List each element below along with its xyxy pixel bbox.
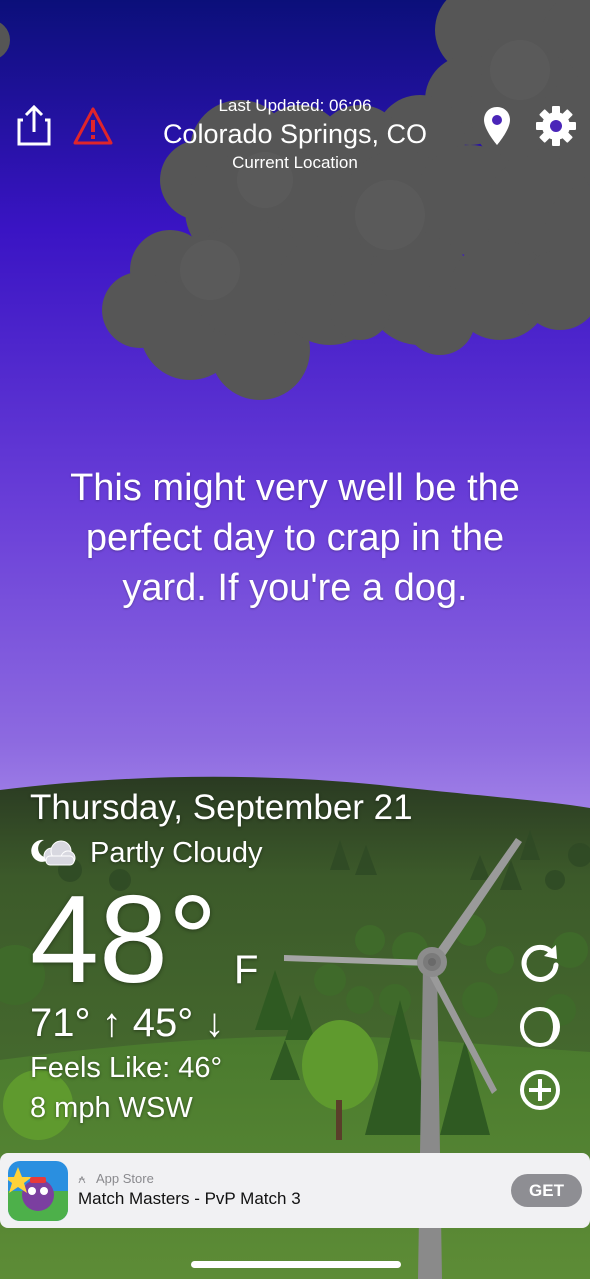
city-name[interactable]: Colorado Springs, CO xyxy=(140,119,450,150)
feels-like: Feels Like: 46° xyxy=(30,1052,223,1084)
moon-phase-button[interactable] xyxy=(518,1005,562,1049)
weather-quote: This might very well be the perfect day … xyxy=(70,467,520,609)
get-button[interactable]: GET xyxy=(511,1174,582,1207)
storm-cloud xyxy=(0,22,10,58)
partly-cloudy-night-icon xyxy=(31,839,76,866)
gear-icon xyxy=(536,106,576,146)
last-updated: Last Updated: 06:06 xyxy=(218,96,372,115)
app-store-icon: ⍲ xyxy=(78,1171,86,1186)
share-icon xyxy=(17,104,51,146)
match-masters-icon xyxy=(8,1161,68,1221)
add-location-button[interactable] xyxy=(518,1068,562,1112)
wind-speed: 8 mph WSW xyxy=(30,1092,193,1124)
location-pin-icon xyxy=(484,107,510,145)
temperature-unit[interactable]: F xyxy=(234,948,258,993)
warning-icon xyxy=(73,107,113,145)
location-button[interactable] xyxy=(482,106,512,146)
ad-store-label: App Store xyxy=(96,1171,154,1186)
weather-alert-button[interactable] xyxy=(72,106,114,146)
share-button[interactable] xyxy=(16,104,52,148)
high-low-temperature: 71° ↑ 45° ↓ xyxy=(30,1001,225,1045)
location-label: Current Location xyxy=(232,153,358,172)
refresh-icon xyxy=(521,944,559,982)
forecast-date: Thursday, September 21 xyxy=(30,788,413,827)
current-temperature: 48° xyxy=(30,871,218,1009)
home-indicator[interactable] xyxy=(191,1261,401,1268)
ad-banner[interactable]: ⍲ App Store Match Masters - PvP Match 3 … xyxy=(0,1153,590,1228)
condition-label: Partly Cloudy xyxy=(90,837,263,869)
moon-phase-icon xyxy=(520,1007,560,1047)
refresh-button[interactable] xyxy=(518,941,562,985)
settings-button[interactable] xyxy=(534,104,578,148)
weather-scene xyxy=(0,0,590,1279)
ad-app-icon[interactable] xyxy=(8,1161,68,1221)
ad-title[interactable]: Match Masters - PvP Match 3 xyxy=(78,1189,301,1209)
add-icon xyxy=(520,1070,560,1110)
